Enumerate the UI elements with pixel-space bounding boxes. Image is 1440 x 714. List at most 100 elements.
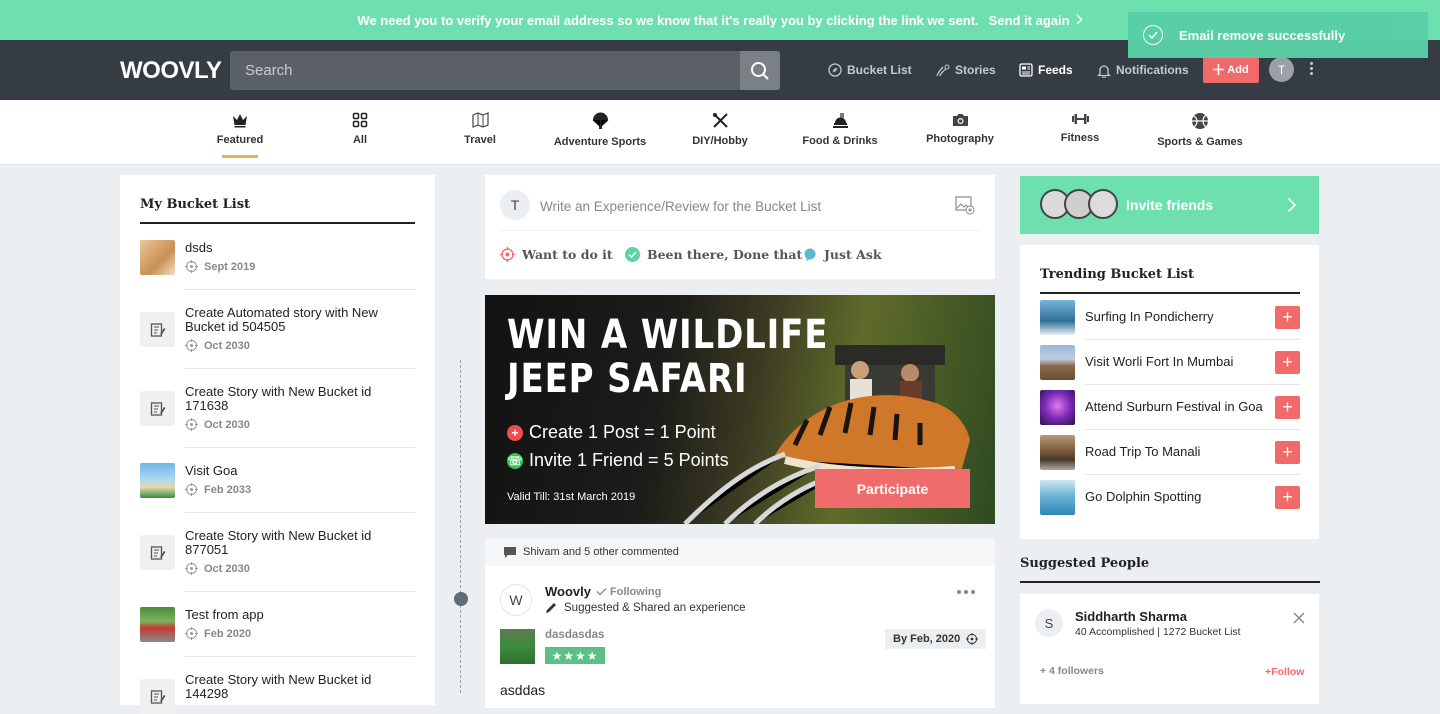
divider <box>185 656 415 657</box>
food-icon <box>832 113 848 128</box>
target-icon <box>966 633 979 645</box>
friend-avatar-3 <box>1088 189 1118 219</box>
bucket-title: Create Automated story with New Bucket i… <box>185 305 378 334</box>
close-icon[interactable] <box>1293 612 1305 624</box>
nav-notifications-label: Notifications <box>1116 63 1189 77</box>
category-featured-label: Featured <box>216 134 264 146</box>
plus-circle-icon: + <box>507 424 523 441</box>
suggested-person-followers: + 4 followers <box>1040 665 1104 677</box>
nav-stories[interactable]: Stories <box>935 40 996 100</box>
bucket-date: Feb 2033 <box>185 483 251 496</box>
post-more-icon[interactable] <box>955 590 976 594</box>
participate-button[interactable]: Participate <box>815 469 970 508</box>
follow-button[interactable]: +Follow <box>1265 666 1304 678</box>
been-there-button[interactable]: Been there, Done that <box>625 247 802 262</box>
parachute-icon <box>592 112 608 129</box>
post-bucket-name[interactable]: dasdasdas <box>545 629 604 641</box>
story-icon <box>140 312 175 347</box>
promo-point-2-text: Invite 1 Friend = 5 Points <box>529 450 729 470</box>
category-sports-games[interactable]: Sports & Games <box>1140 100 1260 165</box>
add-button[interactable]: Add <box>1203 56 1259 83</box>
bucket-title: Test from app <box>185 607 264 622</box>
suggested-person-stats: 40 Accomplished | 1272 Bucket List <box>1075 626 1241 638</box>
wildlife-safari-promo[interactable]: WIN A WILDLIFE JEEP SAFARI + Create 1 Po… <box>485 295 995 524</box>
nav-bucket-list-label: Bucket List <box>847 63 912 77</box>
add-photo-icon[interactable] <box>955 195 975 220</box>
bucket-date: Oct 2030 <box>185 562 250 575</box>
grid-icon <box>352 112 368 128</box>
timeline-line <box>460 360 461 693</box>
category-fitness[interactable]: Fitness <box>1020 100 1140 165</box>
nav-feeds[interactable]: Feeds <box>1019 40 1073 100</box>
category-photography-label: Photography <box>926 133 994 145</box>
send-again-link[interactable]: Send it again <box>989 13 1070 28</box>
trending-item[interactable]: Surfing In Pondicherry + <box>1040 295 1300 340</box>
category-featured[interactable]: Featured <box>180 100 300 165</box>
post-author-avatar[interactable]: W <box>500 584 532 616</box>
promo-valid-till: Valid Till: 31st March 2019 <box>507 491 636 503</box>
suggested-people-title: Suggested People <box>1020 556 1150 571</box>
trending-name: Road Trip To Manali <box>1085 444 1201 459</box>
trending-item[interactable]: Attend Surburn Festival in Goa + <box>1040 385 1300 430</box>
crown-icon <box>233 114 247 128</box>
category-all[interactable]: All <box>300 100 420 165</box>
category-travel[interactable]: Travel <box>420 100 540 165</box>
nav-bucket-list[interactable]: Bucket List <box>828 40 912 100</box>
bucket-thumb-beach <box>140 463 175 498</box>
suggested-person-name[interactable]: Siddharth Sharma <box>1075 609 1187 624</box>
add-trending-button[interactable]: + <box>1275 351 1300 374</box>
trending-name: Go Dolphin Spotting <box>1085 489 1202 504</box>
category-food-label: Food & Drinks <box>802 135 878 147</box>
post-author-name[interactable]: Woovly <box>545 584 591 599</box>
trending-item[interactable]: Visit Worli Fort In Mumbai + <box>1040 340 1300 385</box>
trending-item[interactable]: Road Trip To Manali + <box>1040 430 1300 475</box>
want-to-do-it-button[interactable]: Want to do it <box>500 247 613 262</box>
feed-post-card: Shivam and 5 other commented W Woovly Fo… <box>485 538 995 708</box>
search-input[interactable] <box>230 51 740 90</box>
add-trending-button[interactable]: + <box>1275 486 1300 509</box>
category-food-drinks[interactable]: Food & Drinks <box>780 100 900 165</box>
category-photography[interactable]: Photography <box>900 100 1020 165</box>
just-ask-button[interactable]: Just Ask <box>803 247 882 262</box>
stories-icon <box>936 64 950 76</box>
nav-feeds-label: Feeds <box>1038 63 1073 77</box>
trending-thumb <box>1040 480 1075 515</box>
add-trending-button[interactable]: + <box>1275 396 1300 419</box>
comment-summary: Shivam and 5 other commented <box>523 546 679 558</box>
chevron-right-icon <box>1287 197 1297 213</box>
trending-name: Visit Worli Fort In Mumbai <box>1085 354 1234 369</box>
success-toast: Email remove successfully <box>1128 12 1428 58</box>
composer-card: T Write an Experience/Review for the Buc… <box>485 175 995 279</box>
bucket-title: Create Story with New Bucket id 144298 <box>185 672 372 701</box>
woovly-logo[interactable]: WOOVLY <box>120 57 222 85</box>
bucket-date-text: Feb 2033 <box>204 483 252 496</box>
post-action-text: Suggested & Shared an experience <box>564 602 746 614</box>
user-avatar[interactable]: T <box>1269 57 1294 82</box>
timeline-dot <box>454 592 468 606</box>
nav-stories-label: Stories <box>955 63 996 77</box>
trending-item[interactable]: Go Dolphin Spotting + <box>1040 475 1300 520</box>
post-bucket-thumb[interactable] <box>500 629 535 664</box>
want-to-do-it-label: Want to do it <box>522 247 613 262</box>
category-sports-label: Sports & Games <box>1157 136 1243 148</box>
tools-icon <box>712 113 728 128</box>
category-adventure-sports[interactable]: Adventure Sports <box>540 100 660 165</box>
pencil-icon <box>546 603 556 613</box>
add-trending-button[interactable]: + <box>1275 306 1300 329</box>
invite-friends-button[interactable]: Invite friends <box>1020 176 1319 234</box>
composer-avatar: T <box>500 190 530 220</box>
search-button[interactable] <box>740 51 780 90</box>
bucket-thumb-car <box>140 607 175 642</box>
my-bucket-list-card: My Bucket List dsds Sept 2019 Create Aut… <box>120 175 435 714</box>
bucket-date-text: Feb 2020 <box>204 627 252 640</box>
whatsapp-icon: ☏ <box>507 452 523 469</box>
add-trending-button[interactable]: + <box>1275 441 1300 464</box>
promo-point-1-text: Create 1 Post = 1 Point <box>529 422 716 442</box>
suggested-person-avatar[interactable]: S <box>1035 609 1063 637</box>
following-label[interactable]: Following <box>610 586 661 598</box>
composer-input[interactable]: Write an Experience/Review for the Bucke… <box>540 199 821 214</box>
comment-summary-bar: Shivam and 5 other commented <box>485 538 995 566</box>
promo-point-1: + Create 1 Post = 1 Point <box>507 422 716 443</box>
more-menu-icon[interactable] <box>1307 60 1315 80</box>
category-diy-hobby[interactable]: DIY/Hobby <box>660 100 780 165</box>
